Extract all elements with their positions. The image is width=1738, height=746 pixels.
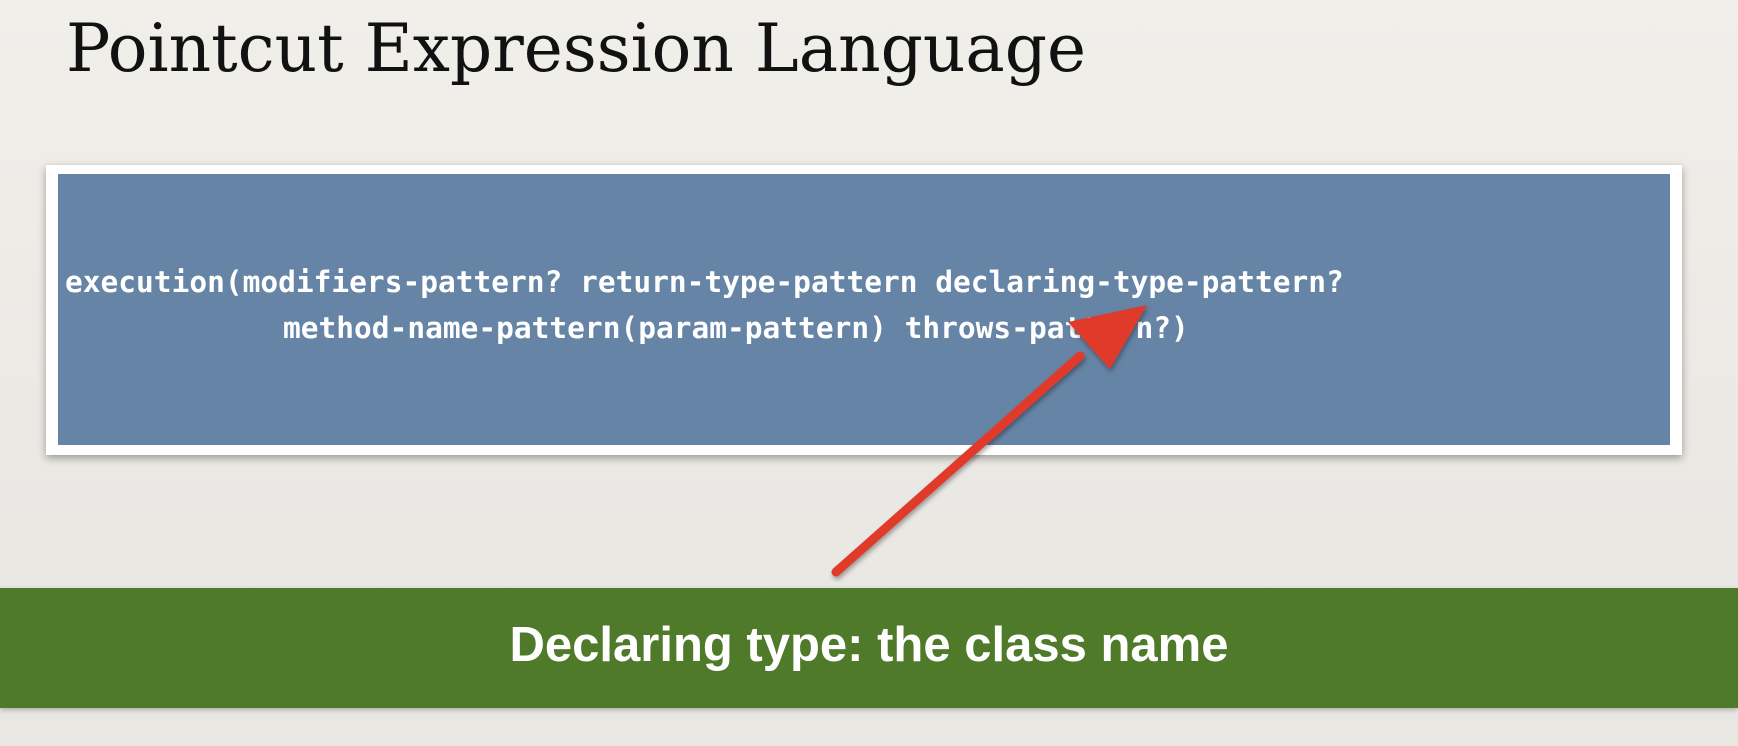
code-box: [58, 174, 1670, 445]
code-line-2: method-name-pattern(param-pattern) throw…: [283, 311, 1189, 345]
slide: Pointcut Expression Language execution(m…: [0, 0, 1738, 746]
slide-title: Pointcut Expression Language: [66, 10, 1087, 87]
callout-banner: Declaring type: the class name: [0, 588, 1738, 708]
callout-text: Declaring type: the class name: [509, 618, 1229, 672]
code-line-1: execution(modifiers-pattern? return-type…: [65, 265, 1344, 299]
code-frame: [46, 165, 1682, 455]
